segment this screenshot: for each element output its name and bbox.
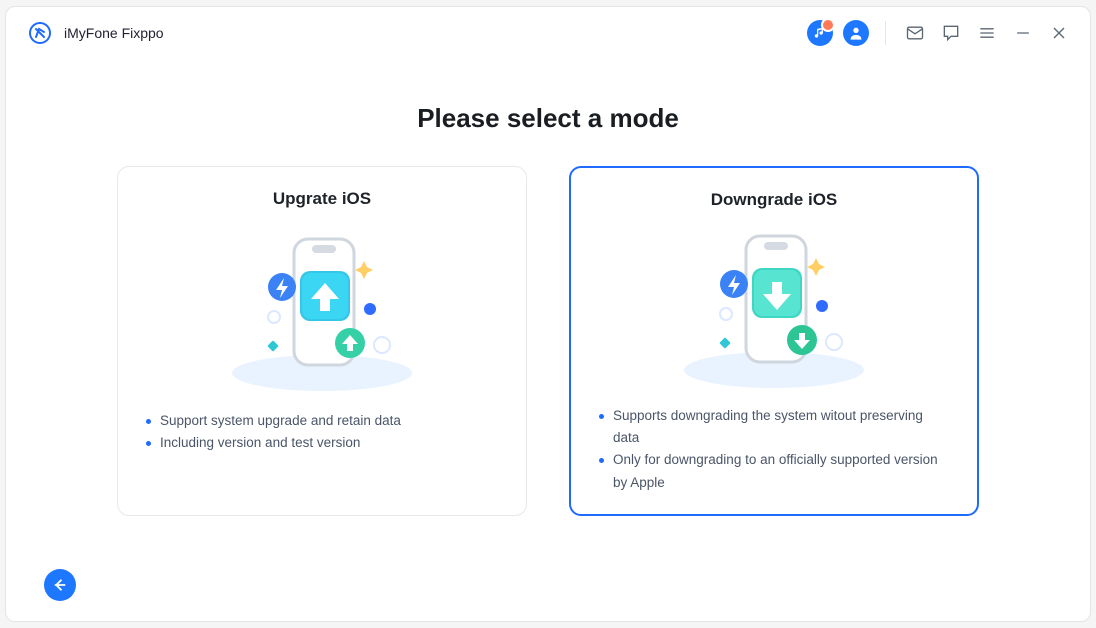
titlebar-actions [807,20,1072,46]
promo-icon[interactable] [807,20,833,46]
app-logo-icon [28,21,52,45]
arrow-left-icon [51,576,69,594]
app-title: iMyFone Fixppo [64,25,164,41]
card-downgrade-bullets: Supports downgrading the system witout p… [599,405,949,494]
bullet: Including version and test version [146,432,498,454]
account-icon[interactable] [843,20,869,46]
card-downgrade[interactable]: Downgrade iOS [569,166,979,516]
mail-icon[interactable] [902,20,928,46]
card-upgrade-illustration [146,217,498,402]
bullet: Only for downgrading to an officially su… [599,449,949,494]
app-window: iMyFone Fixppo [5,6,1091,622]
card-downgrade-illustration [599,218,949,397]
page-title: Please select a mode [417,103,679,134]
close-icon[interactable] [1046,20,1072,46]
mode-cards: Upgrate iOS [117,166,979,516]
divider [885,21,886,45]
feedback-icon[interactable] [938,20,964,46]
bullet: Supports downgrading the system witout p… [599,405,949,450]
content: Please select a mode Upgrate iOS [6,59,1090,621]
card-downgrade-title: Downgrade iOS [711,190,838,210]
card-upgrade-bullets: Support system upgrade and retain data I… [146,410,498,455]
menu-icon[interactable] [974,20,1000,46]
titlebar: iMyFone Fixppo [6,7,1090,59]
bullet: Support system upgrade and retain data [146,410,498,432]
back-button[interactable] [44,569,76,601]
card-upgrade-title: Upgrate iOS [273,189,371,209]
card-upgrade[interactable]: Upgrate iOS [117,166,527,516]
minimize-icon[interactable] [1010,20,1036,46]
